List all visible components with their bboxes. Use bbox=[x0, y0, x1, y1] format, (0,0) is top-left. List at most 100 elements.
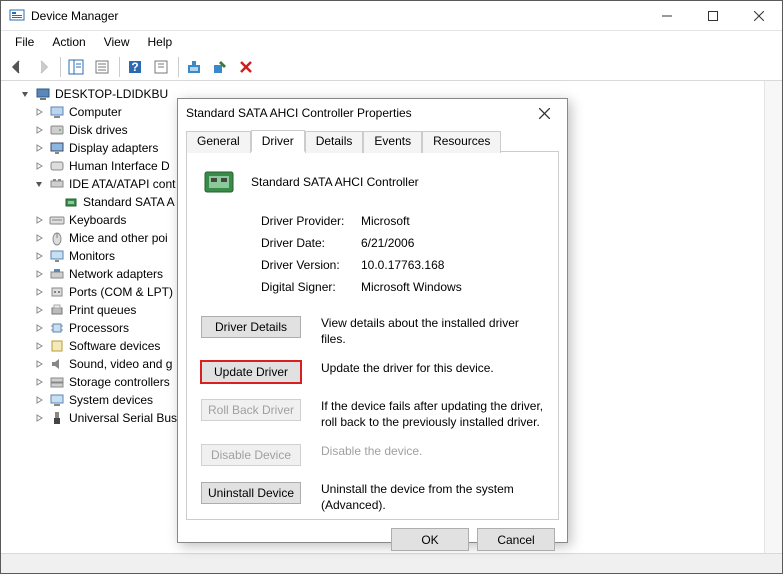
tree-item-label: Universal Serial Bus bbox=[69, 411, 177, 425]
tree-item-label: Computer bbox=[69, 105, 122, 119]
scrollbar-gutter[interactable] bbox=[764, 81, 782, 553]
device-category-icon bbox=[49, 320, 65, 336]
maximize-button[interactable] bbox=[690, 1, 736, 30]
device-category-icon bbox=[49, 140, 65, 156]
tab-driver[interactable]: Driver bbox=[251, 130, 305, 152]
dialog-close-button[interactable] bbox=[529, 99, 559, 127]
signer-label: Digital Signer: bbox=[261, 280, 361, 294]
device-category-icon bbox=[49, 248, 65, 264]
uninstall-device-button[interactable]: Uninstall Device bbox=[201, 482, 301, 504]
tree-item-label: Network adapters bbox=[69, 267, 163, 281]
dialog-title: Standard SATA AHCI Controller Properties bbox=[186, 106, 529, 120]
tab-general[interactable]: General bbox=[186, 131, 251, 153]
update-driver-button[interactable] bbox=[182, 55, 206, 79]
dialog-titlebar: Standard SATA AHCI Controller Properties bbox=[178, 99, 567, 127]
tree-item-label: Keyboards bbox=[69, 213, 126, 227]
device-category-icon bbox=[49, 410, 65, 426]
version-value: 10.0.17763.168 bbox=[361, 258, 444, 272]
tabstrip: General Driver Details Events Resources bbox=[186, 129, 559, 152]
properties-button[interactable] bbox=[90, 55, 114, 79]
uninstall-device-desc: Uninstall the device from the system (Ad… bbox=[321, 482, 544, 513]
tree-item-label: System devices bbox=[69, 393, 153, 407]
toolbar: ? bbox=[1, 53, 782, 81]
chevron-down-icon[interactable] bbox=[19, 88, 31, 100]
device-category-icon bbox=[49, 122, 65, 138]
tab-details[interactable]: Details bbox=[305, 131, 364, 153]
update-driver-desc: Update the driver for this device. bbox=[321, 361, 544, 377]
menu-file[interactable]: File bbox=[7, 33, 42, 51]
close-button[interactable] bbox=[736, 1, 782, 30]
tree-item-label: Software devices bbox=[69, 339, 160, 353]
version-label: Driver Version: bbox=[261, 258, 361, 272]
chevron-icon[interactable] bbox=[33, 250, 45, 262]
disable-device-desc: Disable the device. bbox=[321, 444, 544, 460]
minimize-button[interactable] bbox=[644, 1, 690, 30]
show-hide-tree-button[interactable] bbox=[64, 55, 88, 79]
rollback-driver-desc: If the device fails after updating the d… bbox=[321, 399, 544, 430]
tree-item-label: Sound, video and g bbox=[69, 357, 172, 371]
device-category-icon bbox=[49, 104, 65, 120]
device-name: Standard SATA AHCI Controller bbox=[251, 175, 419, 189]
ok-button[interactable]: OK bbox=[391, 528, 469, 551]
menu-view[interactable]: View bbox=[96, 33, 138, 51]
tab-content: Standard SATA AHCI Controller Driver Pro… bbox=[186, 152, 559, 520]
dialog-footer: OK Cancel bbox=[178, 528, 567, 551]
chevron-icon[interactable] bbox=[33, 106, 45, 118]
signer-value: Microsoft Windows bbox=[361, 280, 462, 294]
chevron-icon[interactable] bbox=[33, 160, 45, 172]
help-button[interactable]: ? bbox=[123, 55, 147, 79]
device-category-icon bbox=[49, 284, 65, 300]
properties-dialog: Standard SATA AHCI Controller Properties… bbox=[177, 98, 568, 543]
back-button[interactable] bbox=[5, 55, 29, 79]
tree-item-label: Mice and other poi bbox=[69, 231, 168, 245]
properties2-button[interactable] bbox=[149, 55, 173, 79]
tree-item-label: Standard SATA A bbox=[83, 195, 175, 209]
cancel-button[interactable]: Cancel bbox=[477, 528, 555, 551]
app-icon bbox=[9, 8, 25, 24]
chevron-icon[interactable] bbox=[33, 214, 45, 226]
rollback-driver-button: Roll Back Driver bbox=[201, 399, 301, 421]
driver-details-button[interactable]: Driver Details bbox=[201, 316, 301, 338]
device-category-icon bbox=[49, 302, 65, 318]
chevron-icon[interactable] bbox=[33, 394, 45, 406]
device-category-icon bbox=[49, 338, 65, 354]
computer-icon bbox=[35, 86, 51, 102]
driver-details-desc: View details about the installed driver … bbox=[321, 316, 544, 347]
provider-label: Driver Provider: bbox=[261, 214, 361, 228]
disable-button[interactable] bbox=[234, 55, 258, 79]
tab-resources[interactable]: Resources bbox=[422, 131, 501, 153]
tree-item-label: Print queues bbox=[69, 303, 136, 317]
chevron-icon[interactable] bbox=[33, 142, 45, 154]
chevron-icon[interactable] bbox=[33, 322, 45, 334]
chevron-icon[interactable] bbox=[33, 304, 45, 316]
forward-button[interactable] bbox=[31, 55, 55, 79]
chevron-icon[interactable] bbox=[33, 340, 45, 352]
chevron-icon[interactable] bbox=[33, 286, 45, 298]
device-category-icon bbox=[49, 392, 65, 408]
titlebar: Device Manager bbox=[1, 1, 782, 31]
device-category-icon bbox=[49, 212, 65, 228]
tree-root-label: DESKTOP-LDIDKBU bbox=[55, 87, 168, 101]
disable-device-button: Disable Device bbox=[201, 444, 301, 466]
chevron-icon[interactable] bbox=[33, 358, 45, 370]
chevron-icon[interactable] bbox=[33, 178, 45, 190]
chevron-icon[interactable] bbox=[33, 412, 45, 424]
provider-value: Microsoft bbox=[361, 214, 410, 228]
chevron-icon[interactable] bbox=[33, 232, 45, 244]
tree-item-label: Ports (COM & LPT) bbox=[69, 285, 173, 299]
device-category-icon bbox=[49, 374, 65, 390]
device-category-icon bbox=[49, 356, 65, 372]
tree-item-label: Processors bbox=[69, 321, 129, 335]
device-manager-window: Device Manager File Action View Help ? bbox=[0, 0, 783, 574]
menu-help[interactable]: Help bbox=[140, 33, 181, 51]
chevron-icon[interactable] bbox=[33, 124, 45, 136]
uninstall-button[interactable] bbox=[208, 55, 232, 79]
chevron-icon[interactable] bbox=[33, 268, 45, 280]
tab-events[interactable]: Events bbox=[363, 131, 422, 153]
device-category-icon bbox=[49, 230, 65, 246]
update-driver-button-dialog[interactable]: Update Driver bbox=[201, 361, 301, 383]
chevron-icon[interactable] bbox=[33, 376, 45, 388]
statusbar bbox=[1, 553, 782, 573]
menu-action[interactable]: Action bbox=[44, 33, 93, 51]
controller-icon bbox=[63, 194, 79, 210]
